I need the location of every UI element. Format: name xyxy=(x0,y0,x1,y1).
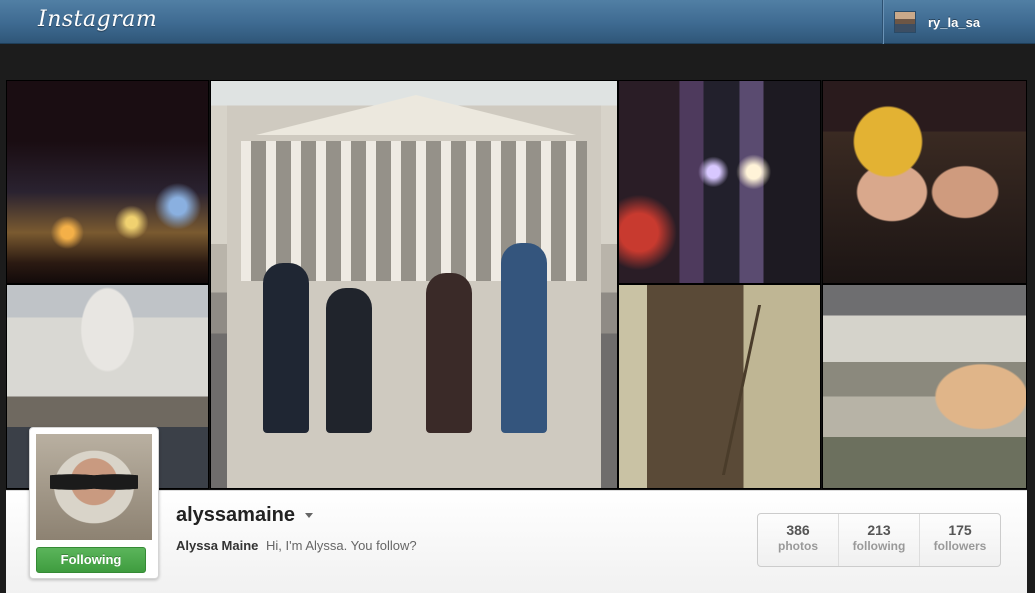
current-user-name[interactable]: ry_la_sa xyxy=(928,15,980,30)
profile-full-name: Alyssa Maine xyxy=(176,538,259,553)
stat-following-label: following xyxy=(852,539,906,553)
photo-washington-monument[interactable] xyxy=(822,284,1027,489)
chevron-down-icon[interactable] xyxy=(304,513,313,518)
stat-followers-label: followers xyxy=(933,539,987,553)
following-button[interactable]: Following xyxy=(36,547,146,573)
person-figure xyxy=(326,288,372,433)
stat-followers-count: 175 xyxy=(948,522,972,538)
profile-photo-grid xyxy=(6,80,1027,490)
profile-avatar-card: Following xyxy=(29,427,159,579)
tree-branch xyxy=(721,305,819,475)
person-figure xyxy=(501,243,547,433)
person-figure xyxy=(263,263,309,433)
profile-username[interactable]: alyssamaine xyxy=(176,504,313,527)
current-user-avatar[interactable] xyxy=(894,11,916,33)
profile-header: Following alyssamaine Alyssa Maine Hi, I… xyxy=(6,427,1027,593)
stat-photos-count: 386 xyxy=(786,522,810,538)
person-figure xyxy=(426,273,472,433)
current-user-menu[interactable]: ry_la_sa xyxy=(882,0,1035,44)
stat-followers[interactable]: 175 followers xyxy=(919,514,1000,566)
stat-following-count: 213 xyxy=(867,522,891,538)
sunglasses xyxy=(50,470,138,494)
photo-tree-trunk[interactable] xyxy=(618,284,821,489)
top-navigation-bar: Instagram ry_la_sa xyxy=(0,0,1035,44)
profile-stats: 386 photos 213 following 175 followers xyxy=(757,513,1001,567)
photo-capitol-group[interactable] xyxy=(210,80,618,489)
photo-times-square-night[interactable] xyxy=(618,80,821,284)
capitol-pediment xyxy=(256,95,576,135)
profile-avatar[interactable] xyxy=(36,434,152,540)
photo-city-night-lights[interactable] xyxy=(6,80,209,284)
profile-username-text[interactable]: alyssamaine xyxy=(176,504,295,527)
instagram-logo[interactable]: Instagram xyxy=(38,7,157,32)
profile-bio-text: Hi, I'm Alyssa. You follow? xyxy=(266,538,417,553)
stat-following[interactable]: 213 following xyxy=(838,514,919,566)
profile-bio: Alyssa Maine Hi, I'm Alyssa. You follow? xyxy=(176,538,417,553)
photo-two-friends-selfie[interactable] xyxy=(822,80,1027,284)
stat-photos-label: photos xyxy=(778,539,818,553)
stat-photos[interactable]: 386 photos xyxy=(758,514,838,566)
